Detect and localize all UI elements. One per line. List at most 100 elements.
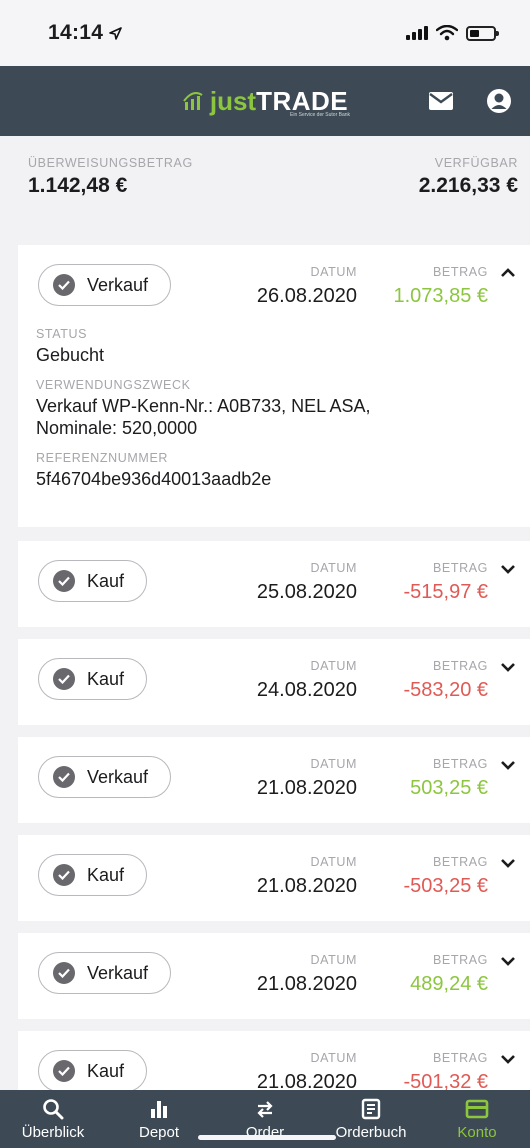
transaction-type: Kauf [87,570,125,591]
chevron-down-icon[interactable] [500,661,516,673]
transaction-date: 21.08.2020 [256,777,357,799]
header-actions [428,66,512,136]
check-circle-icon [53,766,75,788]
app-header: just TRADE Ein Service der Sutor Bank [0,66,530,136]
transaction-amount: 1.073,85 € [393,285,488,307]
transaction-type: Kauf [87,1060,125,1081]
status-label: STATUS [36,327,88,341]
transaction-card[interactable]: Verkauf DATUM 21.08.2020 BETRAG 503,25 € [18,737,530,823]
check-circle-icon [53,1060,75,1082]
transaction-date: 25.08.2020 [256,581,357,603]
transaction-date: 21.08.2020 [256,973,357,995]
transaction-type-pill: Kauf [38,560,148,602]
nav-label: Überblick [21,1124,85,1141]
transaction-type-pill: Kauf [38,1050,148,1092]
status-time-text: 14:14 [48,21,104,44]
reference-value: 5f46704be936d40013aadb2e [36,469,272,489]
amount-label: BETRAG [433,953,488,967]
date-label: DATUM [310,953,357,967]
reference-label: REFERENZNUMMER [36,451,169,465]
signal-icon [406,26,428,40]
search-icon [43,1099,64,1120]
amount-label: BETRAG [433,757,488,771]
date-label: DATUM [310,561,357,575]
transaction-type: Kauf [87,668,125,689]
nav-item-overview[interactable]: Überblick [3,1098,103,1141]
purpose-value-line2: Nominale: 520,0000 [36,418,198,438]
chevron-down-icon[interactable] [500,1053,516,1065]
transaction-amount: -503,25 € [403,875,488,897]
nav-item-depot[interactable]: Depot [109,1098,209,1141]
transaction-type-pill: Verkauf [38,952,172,994]
transaction-card[interactable]: Kauf DATUM 24.08.2020 BETRAG -583,20 € [18,639,530,725]
transaction-amount: 489,24 € [410,973,488,995]
nav-label: Depot [138,1124,180,1141]
transaction-type: Verkauf [87,274,149,295]
brand-logo: just TRADE Ein Service der Sutor Bank [182,86,351,118]
transaction-card[interactable]: Kauf DATUM 21.08.2020 BETRAG -503,25 € [18,835,530,921]
transaction-type-pill: Kauf [38,658,148,700]
location-arrow-icon [109,26,123,40]
nav-item-konto[interactable]: Konto [427,1098,527,1141]
purpose-value-line1: Verkauf WP-Kenn-Nr.: A0B733, NEL ASA, [36,396,371,416]
transaction-type-pill: Verkauf [38,264,172,306]
home-indicator [198,1135,336,1140]
transaction-list: Kauf DATUM 25.08.2020 BETRAG -515,97 € Kauf DA… [0,527,530,1117]
battery-icon [466,25,499,41]
transaction-card-expanded[interactable]: Verkauf DATUM 26.08.2020 BETRAG 1.073,85… [18,245,530,527]
transaction-details: STATUS Gebucht VERWENDUNGSZWECK Verkauf … [36,327,510,502]
transaction-type: Kauf [87,864,125,885]
transaction-date: 26.08.2020 [256,285,357,307]
purpose-label: VERWENDUNGSZWECK [36,378,191,392]
document-icon [361,1098,381,1120]
wifi-icon [436,25,458,41]
transaction-date: 21.08.2020 [256,875,357,897]
amount-label: BETRAG [433,561,488,575]
transaction-type-pill: Kauf [38,854,148,896]
amount-label: BETRAG [433,659,488,673]
check-circle-icon [53,864,75,886]
check-circle-icon [53,570,75,592]
transaction-card[interactable]: Verkauf DATUM 21.08.2020 BETRAG 489,24 € [18,933,530,1019]
transaction-type-pill: Verkauf [38,756,172,798]
nav-label: Orderbuch [335,1124,407,1141]
brand-tagline: Ein Service der Sutor Bank [290,112,351,118]
chevron-down-icon[interactable] [500,563,516,575]
check-circle-icon [53,668,75,690]
status-value: Gebucht [36,345,105,365]
check-circle-icon [53,274,75,296]
transfer-amount-value: 1.142,48 € [28,174,128,197]
status-time: 14:14 [48,21,123,45]
amount-label: BETRAG [433,855,488,869]
amount-label: BETRAG [433,1051,488,1065]
available-amount-label: VERFÜGBAR [434,156,518,170]
chevron-up-icon[interactable] [500,267,516,279]
chevron-down-icon[interactable] [500,759,516,771]
transaction-amount: 503,25 € [410,777,488,799]
date-label: DATUM [310,659,357,673]
date-label: DATUM [310,1051,357,1065]
status-bar: 14:14 [0,0,530,66]
bottom-navigation: Überblick Depot Order Orderbuch Konto [0,1090,530,1148]
nav-label: Konto [457,1124,497,1141]
chevron-down-icon[interactable] [500,955,516,967]
transfer-amount-label: ÜBERWEISUNGSBETRAG [28,156,193,170]
check-circle-icon [53,962,75,984]
swap-icon [257,1101,273,1118]
date-label: DATUM [310,265,357,279]
bar-chart-icon [151,1101,167,1118]
chevron-down-icon[interactable] [500,857,516,869]
nav-item-orderbook[interactable]: Orderbuch [321,1098,421,1141]
card-icon [465,1099,489,1119]
user-account-icon[interactable] [486,88,512,114]
transaction-amount: -515,97 € [403,581,488,603]
available-amount-value: 2.216,33 € [418,174,518,197]
transaction-type: Verkauf [87,766,149,787]
transaction-amount: -583,20 € [403,679,488,701]
date-label: DATUM [310,757,357,771]
transaction-type: Verkauf [87,962,149,983]
status-indicators [406,25,499,41]
logo-mark-icon [183,92,203,110]
transaction-card[interactable]: Kauf DATUM 25.08.2020 BETRAG -515,97 € [18,541,530,627]
mail-icon[interactable] [428,91,454,111]
